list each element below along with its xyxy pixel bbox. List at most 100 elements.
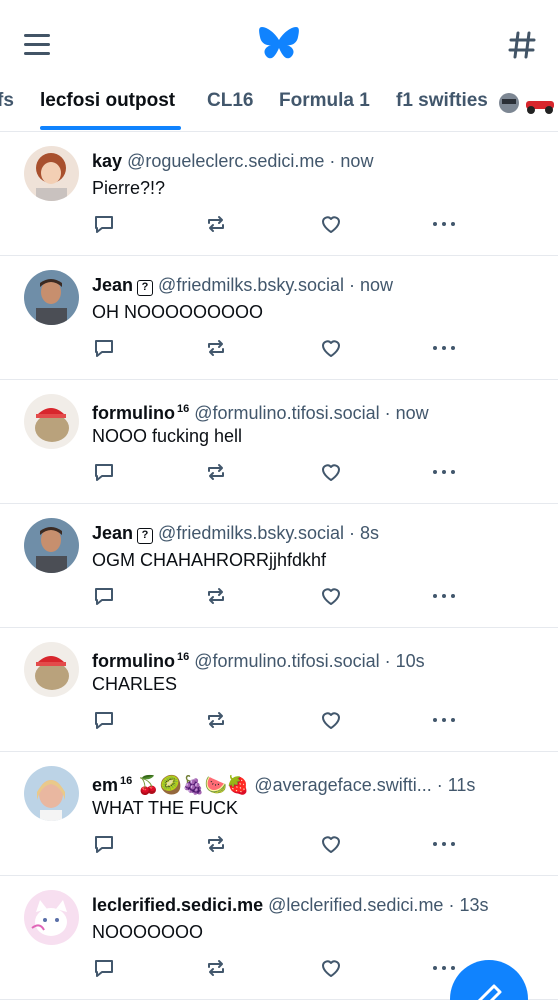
separator: · — [324, 151, 341, 171]
post-item[interactable]: formulino 16 @formulino.tifosi.social · n… — [0, 380, 558, 504]
like-heart-icon[interactable] — [319, 212, 343, 236]
avatar[interactable] — [24, 642, 79, 697]
post-time: 13s — [459, 895, 489, 915]
repost-icon[interactable] — [204, 212, 228, 236]
repost-icon[interactable] — [204, 460, 228, 484]
tab-cl16[interactable]: CL16 — [207, 90, 253, 112]
avatar[interactable] — [24, 518, 79, 573]
separator: · — [344, 523, 361, 543]
post-header: formulino 16 @formulino.tifosi.social · 1… — [92, 646, 544, 672]
post-text: OH NOOOOOOOOO — [92, 302, 264, 322]
author-name[interactable]: leclerified.sedici.me — [92, 895, 263, 915]
compose-button[interactable] — [450, 960, 528, 1000]
reply-icon[interactable] — [92, 336, 116, 360]
author-handle[interactable]: @averageface.swifti... — [254, 775, 431, 795]
post-actions — [92, 460, 472, 484]
post-text: CHARLES — [92, 674, 178, 694]
repost-icon[interactable] — [204, 832, 228, 856]
more-options-icon[interactable] — [432, 212, 456, 236]
tab-fs[interactable]: fs — [0, 90, 14, 112]
like-heart-icon[interactable] — [319, 956, 343, 980]
post-actions — [92, 336, 472, 360]
post-item[interactable]: formulino 16 @formulino.tifosi.social · 1… — [0, 628, 558, 752]
author-name[interactable]: formulino — [92, 403, 175, 423]
separator: · — [431, 775, 448, 795]
like-heart-icon[interactable] — [319, 460, 343, 484]
author-handle[interactable]: @formulino.tifosi.social — [194, 403, 379, 423]
post-text: NOOOOOOO — [92, 922, 204, 942]
butterfly-logo-icon[interactable] — [259, 26, 299, 62]
repost-icon[interactable] — [204, 584, 228, 608]
tab-lecfosi-outpost[interactable]: lecfosi outpost — [40, 90, 175, 112]
author-handle[interactable]: @friedmilks.bsky.social — [158, 275, 344, 295]
post-header: formulino 16 @formulino.tifosi.social · n… — [92, 398, 544, 424]
post-actions — [92, 832, 472, 856]
post-header: Jean? @friedmilks.bsky.social · 8s — [92, 522, 544, 544]
unknown-emoji-badge: ? — [137, 528, 154, 544]
post-item[interactable]: Jean? @friedmilks.bsky.social · 8s OGM C… — [0, 504, 558, 628]
post-text: Pierre?!? — [92, 178, 166, 198]
tab-formula-1[interactable]: Formula 1 — [279, 90, 370, 112]
author-name[interactable]: Jean — [92, 275, 133, 295]
avatar[interactable] — [24, 394, 79, 449]
author-handle[interactable]: @formulino.tifosi.social — [194, 651, 379, 671]
post-header: leclerified.sedici.me @leclerified.sedic… — [92, 894, 544, 916]
more-options-icon[interactable] — [432, 708, 456, 732]
post-actions — [92, 212, 472, 236]
reply-icon[interactable] — [92, 212, 116, 236]
author-handle[interactable]: @rogueleclerc.sedici.me — [127, 151, 324, 171]
post-time: now — [395, 403, 429, 423]
fruit-emoji-row: 🍒🥝🍇🍉🍓 — [137, 775, 250, 795]
post-time: 10s — [395, 651, 425, 671]
author-name[interactable]: Jean — [92, 523, 133, 543]
separator: · — [379, 651, 396, 671]
reply-icon[interactable] — [92, 956, 116, 980]
post-text: WHAT THE FUCK — [92, 798, 239, 818]
reply-icon[interactable] — [92, 832, 116, 856]
post-actions — [92, 708, 472, 732]
more-options-icon[interactable] — [432, 460, 456, 484]
post-time: 11s — [447, 775, 476, 795]
repost-icon[interactable] — [204, 336, 228, 360]
tab-f1-swifties[interactable]: f1 swifties — [396, 90, 488, 112]
post-text: NOOO fucking hell — [92, 426, 243, 446]
more-options-icon[interactable] — [432, 336, 456, 360]
author-name[interactable]: kay — [92, 151, 122, 171]
avatar[interactable] — [24, 766, 79, 821]
hamburger-menu-icon[interactable] — [24, 34, 50, 56]
post-item[interactable]: em 16 🍒🥝🍇🍉🍓 @averageface.swifti... · 11s … — [0, 752, 558, 876]
reply-icon[interactable] — [92, 460, 116, 484]
post-actions — [92, 956, 472, 980]
avatar[interactable] — [24, 146, 79, 201]
badge-number: 16 — [120, 775, 133, 787]
author-name[interactable]: em — [92, 775, 118, 795]
reply-icon[interactable] — [92, 708, 116, 732]
avatar[interactable] — [24, 270, 79, 325]
author-name[interactable]: formulino — [92, 651, 175, 671]
like-heart-icon[interactable] — [319, 708, 343, 732]
compose-pencil-icon — [477, 984, 502, 1000]
post-header: Jean? @friedmilks.bsky.social · now — [92, 274, 544, 296]
post-item[interactable]: Jean? @friedmilks.bsky.social · now OH N… — [0, 256, 558, 380]
badge-number: 16 — [177, 651, 190, 663]
post-actions — [92, 584, 472, 608]
post-item[interactable]: kay @rogueleclerc.sedici.me · now Pierre… — [0, 132, 558, 256]
like-heart-icon[interactable] — [319, 584, 343, 608]
top-bar — [0, 0, 558, 88]
reply-icon[interactable] — [92, 584, 116, 608]
avatar[interactable] — [24, 890, 79, 945]
author-handle[interactable]: @friedmilks.bsky.social — [158, 523, 344, 543]
post-text: OGM CHAHAHRORRjjhfdkhf — [92, 550, 327, 570]
feed-tabs: fs lecfosi outpost CL16 Formula 1 f1 swi… — [0, 84, 558, 132]
like-heart-icon[interactable] — [319, 336, 343, 360]
repost-icon[interactable] — [204, 708, 228, 732]
more-options-icon[interactable] — [432, 832, 456, 856]
like-heart-icon[interactable] — [319, 832, 343, 856]
more-options-icon[interactable] — [432, 584, 456, 608]
badge-number: 16 — [177, 403, 190, 415]
repost-icon[interactable] — [204, 956, 228, 980]
post-feed: kay @rogueleclerc.sedici.me · now Pierre… — [0, 132, 558, 1000]
hash-icon[interactable] — [508, 30, 536, 60]
post-time: now — [360, 275, 394, 295]
author-handle[interactable]: @leclerified.sedici.me — [268, 895, 443, 915]
